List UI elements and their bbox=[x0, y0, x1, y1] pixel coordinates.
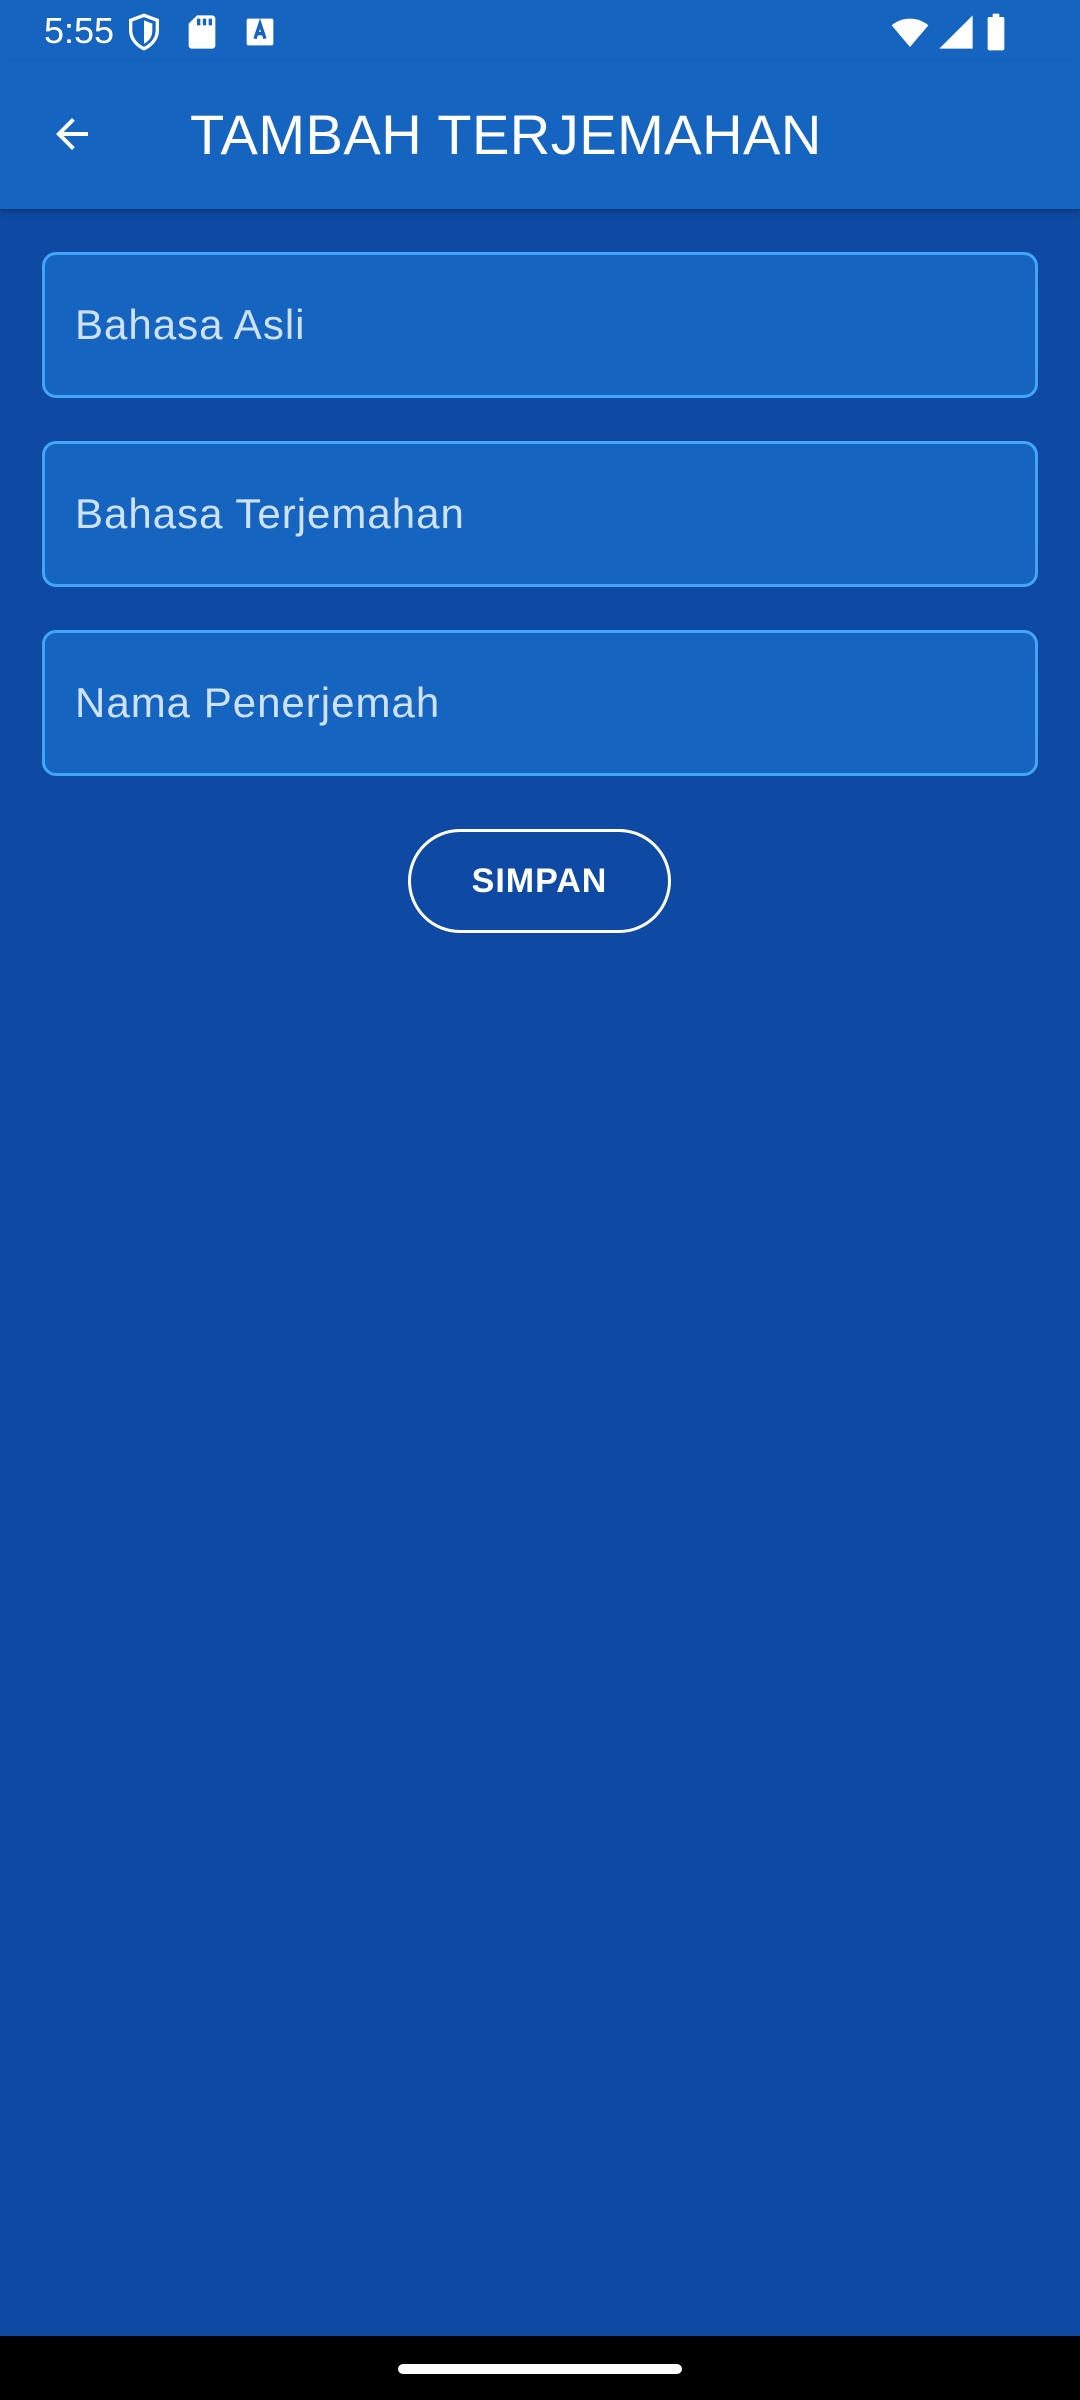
translation-language-field[interactable] bbox=[42, 441, 1038, 587]
translator-name-input[interactable] bbox=[45, 633, 1035, 773]
save-button[interactable]: SIMPAN bbox=[408, 829, 671, 933]
translator-name-field[interactable] bbox=[42, 630, 1038, 776]
navigation-bar bbox=[0, 2336, 1080, 2400]
original-language-field[interactable] bbox=[42, 252, 1038, 398]
wifi-icon bbox=[888, 12, 932, 52]
app-bar: TAMBAH TERJEMAHAN bbox=[0, 62, 1080, 209]
battery-icon bbox=[984, 12, 1008, 52]
home-indicator[interactable] bbox=[398, 2364, 682, 2374]
status-time: 5:55 bbox=[44, 10, 115, 51]
shield-icon bbox=[124, 12, 164, 52]
signal-icon bbox=[934, 12, 978, 52]
arrow-back-icon bbox=[48, 110, 96, 163]
sd-card-icon bbox=[182, 12, 222, 52]
original-language-input[interactable] bbox=[45, 255, 1035, 395]
page-title: TAMBAH TERJEMAHAN bbox=[190, 103, 822, 166]
back-button[interactable] bbox=[36, 100, 108, 172]
keyboard-a-icon bbox=[240, 12, 280, 52]
translation-language-input[interactable] bbox=[45, 444, 1035, 584]
status-bar: 5:55 bbox=[0, 0, 1080, 62]
screen: 5:55 TAMBAH TERJEMAHAN Bahasa Asli Bahas… bbox=[0, 0, 1080, 2400]
